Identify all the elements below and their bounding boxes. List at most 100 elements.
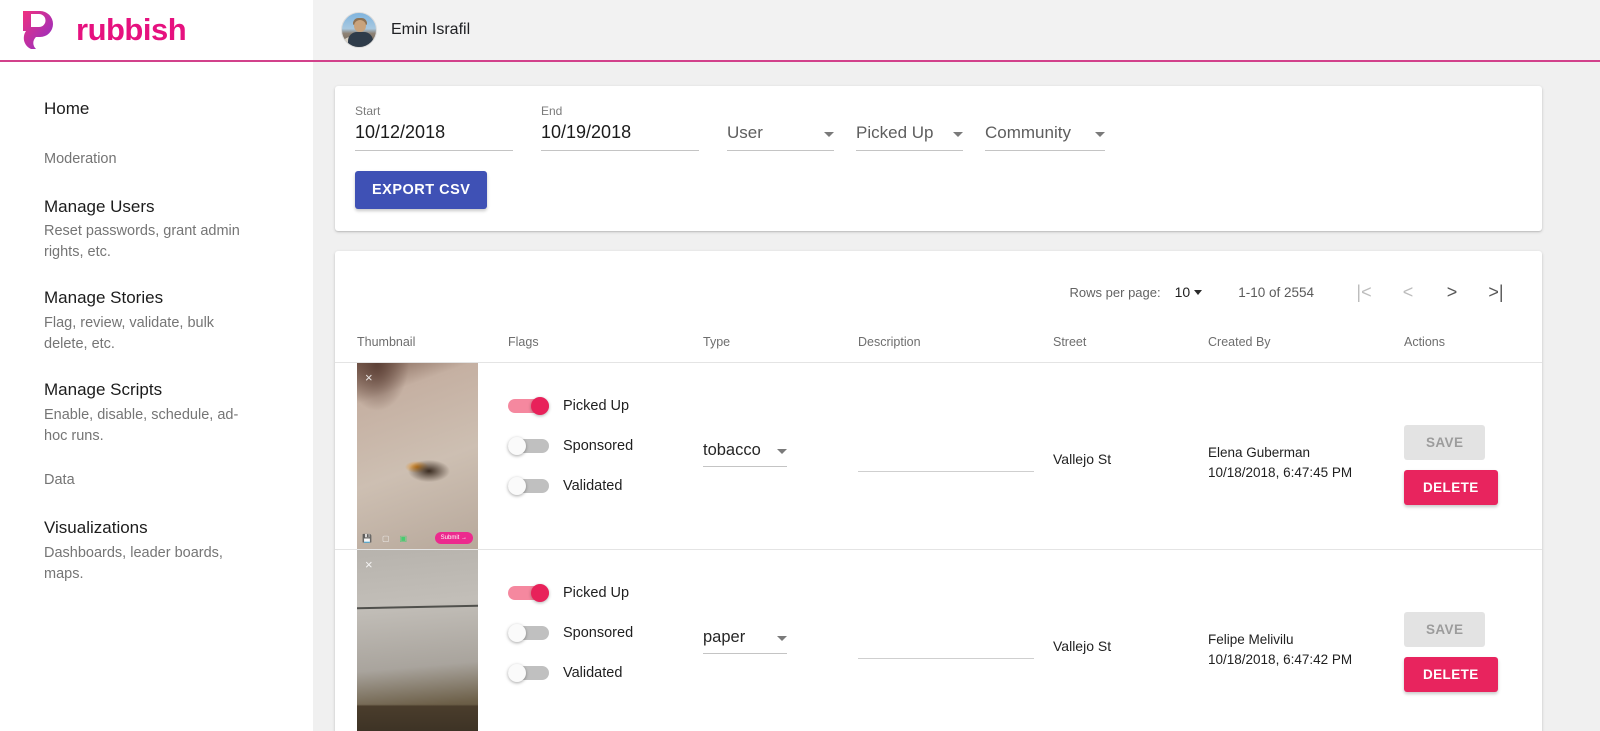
column-header-thumbnail: Thumbnail <box>357 334 416 349</box>
sidebar-item-desc: Dashboards, leader boards, maps. <box>44 544 223 582</box>
export-csv-button[interactable]: EXPORT CSV <box>355 171 488 209</box>
avatar[interactable] <box>341 12 377 48</box>
sidebar-section-moderation: Moderation <box>44 150 313 170</box>
type-select[interactable]: tobacco <box>703 441 787 467</box>
paginator: Rows per page: 10 1-10 of 2554 |< < > >| <box>335 263 1542 321</box>
sidebar-item-manage-stories[interactable]: Manage Stories Flag, review, validate, b… <box>44 287 313 355</box>
end-date-input[interactable] <box>541 122 699 151</box>
type-cell: tobacco <box>703 363 858 549</box>
column-header-street: Street <box>1053 334 1087 349</box>
created-by-cell: Elena Guberman 10/18/2018, 6:47:45 PM <box>1208 363 1404 549</box>
validated-label: Validated <box>563 665 623 681</box>
sidebar-item-home[interactable]: Home <box>44 98 313 121</box>
flag-sponsored: Sponsored <box>508 437 703 455</box>
created-by-block: Elena Guberman 10/18/2018, 6:47:45 PM <box>1208 443 1404 482</box>
validated-label: Validated <box>563 478 623 494</box>
sponsored-toggle[interactable] <box>508 624 549 642</box>
rows-per-page-label: Rows per page: <box>1069 284 1161 300</box>
flag-toggles: Picked Up Sponsored Validated <box>508 550 703 682</box>
column-header-actions: Actions <box>1404 334 1445 349</box>
type-select-value: tobacco <box>703 441 761 459</box>
brand-area[interactable]: rubbish <box>0 0 313 60</box>
street-value: Vallejo St <box>1053 451 1112 467</box>
sidebar-item-label: Manage Scripts <box>44 380 163 400</box>
story-thumbnail-1[interactable]: × 💾 ▢ ▣ Submit → <box>357 363 478 549</box>
validated-toggle[interactable] <box>508 477 549 495</box>
close-icon: × <box>365 370 373 385</box>
end-date-field: End <box>541 104 699 151</box>
delete-button[interactable]: DELETE <box>1404 657 1498 692</box>
end-date-label: End <box>541 104 563 118</box>
validated-toggle[interactable] <box>508 664 549 682</box>
admin-page: rubbish Emin Israfil Home Moderation Man… <box>0 0 1600 731</box>
picked-up-label: Picked Up <box>563 585 630 601</box>
start-date-input[interactable] <box>355 122 513 151</box>
story-thumbnail-2[interactable]: × <box>357 550 478 731</box>
sidebar-item-manage-users[interactable]: Manage Users Reset passwords, grant admi… <box>44 196 313 264</box>
rows-per-page-select[interactable]: 10 <box>1175 284 1203 300</box>
stories-table-card: Rows per page: 10 1-10 of 2554 |< < > >|… <box>335 251 1542 731</box>
flags-cell: Picked Up Sponsored Validated <box>508 363 703 549</box>
picked-up-select[interactable]: Picked Up <box>856 123 963 151</box>
close-icon: × <box>365 557 373 572</box>
flag-validated: Validated <box>508 477 703 495</box>
user-select[interactable]: User <box>727 123 834 151</box>
flags-cell: Picked Up Sponsored Validated <box>508 550 703 731</box>
created-by-date: 10/18/2018, 6:47:45 PM <box>1208 464 1353 480</box>
column-header-type: Type <box>703 334 731 349</box>
thumbnail-cell: × <box>335 550 508 731</box>
created-by-cell: Felipe Melivilu 10/18/2018, 6:47:42 PM <box>1208 550 1404 731</box>
sidebar-item-label: Home <box>44 99 90 118</box>
created-by-name: Felipe Melivilu <box>1208 632 1294 647</box>
description-input[interactable] <box>858 449 1034 472</box>
thumbnail-overlay-bar: 💾 ▢ ▣ Submit → <box>357 527 478 549</box>
avatar-head <box>354 20 366 32</box>
main-content: Start End User Picked Up Community <box>313 62 1600 731</box>
first-page-icon[interactable]: |< <box>1342 282 1386 303</box>
picked-up-toggle[interactable] <box>508 584 549 602</box>
row-actions: SAVE DELETE <box>1404 550 1542 692</box>
chevron-down-icon <box>1194 289 1203 295</box>
flag-picked-up: Picked Up <box>508 397 703 415</box>
save-button[interactable]: SAVE <box>1404 612 1486 647</box>
sidebar-item-manage-scripts[interactable]: Manage Scripts Enable, disable, schedule… <box>44 379 313 447</box>
rows-per-page-value: 10 <box>1174 284 1191 300</box>
type-cell: paper <box>703 550 858 731</box>
picked-up-toggle[interactable] <box>508 397 549 415</box>
sidebar-section-label: Moderation <box>44 150 117 167</box>
sidebar-item-label: Visualizations <box>44 517 148 537</box>
community-select[interactable]: Community <box>985 123 1105 151</box>
sponsored-toggle[interactable] <box>508 437 549 455</box>
table-row: × 💾 ▢ ▣ Submit → Picked Up Sponsored Val… <box>335 363 1542 550</box>
street-value: Vallejo St <box>1053 638 1112 654</box>
chevron-down-icon <box>777 636 787 641</box>
description-input[interactable] <box>858 636 1034 659</box>
sidebar-item-visualizations[interactable]: Visualizations Dashboards, leader boards… <box>44 517 313 585</box>
next-page-icon[interactable]: > <box>1430 282 1474 303</box>
start-date-label: Start <box>355 104 381 118</box>
chevron-down-icon <box>777 449 787 454</box>
column-header-description: Description <box>858 334 921 349</box>
actions-cell: SAVE DELETE <box>1404 363 1542 549</box>
range-label: 1-10 of 2554 <box>1238 284 1314 300</box>
sidebar-section-label: Data <box>44 472 75 489</box>
save-button[interactable]: SAVE <box>1404 425 1486 460</box>
picked-up-label: Picked Up <box>563 398 630 414</box>
last-page-icon[interactable]: >| <box>1474 282 1518 303</box>
community-select-value: Community <box>985 123 1071 142</box>
rubbish-r-logo-icon <box>23 11 53 49</box>
table-header-row: Thumbnail Flags Type Description Street … <box>335 321 1542 363</box>
save-icon: 💾 <box>362 533 372 543</box>
created-by-date: 10/18/2018, 6:47:42 PM <box>1208 651 1353 667</box>
table-row: × Picked Up Sponsored Validated paper Va… <box>335 550 1542 731</box>
street-cell: Vallejo St <box>1053 363 1208 549</box>
previous-page-icon[interactable]: < <box>1386 282 1430 303</box>
delete-button[interactable]: DELETE <box>1404 470 1498 505</box>
column-header-flags: Flags <box>508 334 539 349</box>
type-select[interactable]: paper <box>703 628 787 654</box>
street-cell: Vallejo St <box>1053 550 1208 731</box>
filter-row: Start End User Picked Up Community <box>355 104 1518 151</box>
description-cell <box>858 363 1053 549</box>
created-by-name: Elena Guberman <box>1208 445 1311 460</box>
user-name: Emin Israfil <box>391 21 471 38</box>
